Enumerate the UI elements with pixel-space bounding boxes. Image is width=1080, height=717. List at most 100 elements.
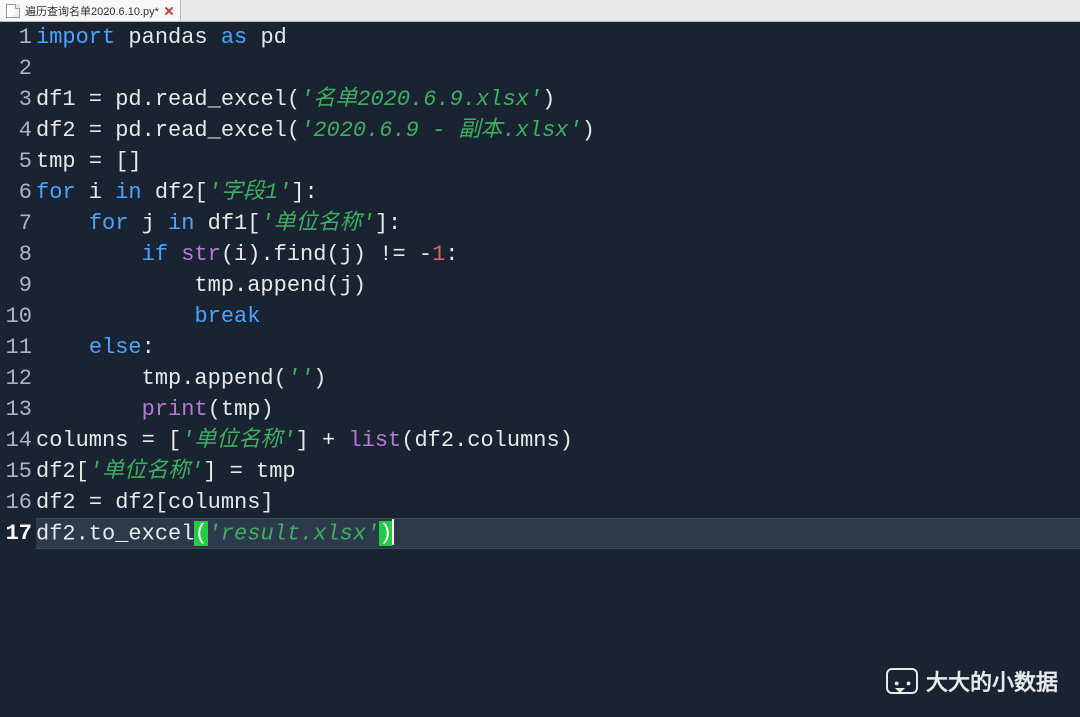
watermark: ● ● 大大的小数据 [886, 665, 1058, 697]
token-ident: pandas [115, 25, 221, 50]
token-str: '单位名称' [181, 428, 295, 453]
token-ident: (tmp) [208, 397, 274, 422]
line-number: 2 [0, 53, 32, 84]
token-kw-if: if [142, 242, 168, 267]
token-ident: j [128, 211, 168, 236]
watermark-text: 大大的小数据 [926, 665, 1058, 697]
token-ident: ) [313, 366, 326, 391]
token-ident: columns [36, 428, 142, 453]
token-str: 'result.xlsx' [208, 521, 380, 546]
token-kw-as: as [221, 25, 247, 50]
token-ident: tmp [36, 149, 89, 174]
token-builtin: str [181, 242, 221, 267]
code-line[interactable]: df2['单位名称'] = tmp [36, 456, 1080, 487]
token-kw-for: for [36, 180, 76, 205]
token-ident: df2[ [36, 459, 89, 484]
line-number: 12 [0, 363, 32, 394]
token-ident: df1 [36, 87, 89, 112]
token-str: '单位名称' [260, 211, 374, 236]
token-punct: = [89, 149, 102, 174]
code-line[interactable]: tmp = [] [36, 146, 1080, 177]
line-number: 10 [0, 301, 32, 332]
code-line[interactable]: tmp.append(j) [36, 270, 1080, 301]
tab-filename: 遍历查询名单2020.6.10.py* [25, 3, 159, 19]
token-ident: tmp.append(j) [36, 273, 366, 298]
token-ident [36, 304, 194, 329]
token-punct: = [89, 490, 102, 515]
code-line[interactable]: df2 = pd.read_excel('2020.6.9 - 副本.xlsx'… [36, 115, 1080, 146]
token-kw-break: break [194, 304, 260, 329]
token-punct: ) [582, 118, 595, 143]
token-ident [168, 242, 181, 267]
wechat-icon: ● ● [886, 668, 918, 694]
line-number: 5 [0, 146, 32, 177]
file-icon [6, 4, 20, 18]
token-ident: ] + [296, 428, 349, 453]
token-ident: (i).find(j) != - [221, 242, 432, 267]
token-ident: (df2.columns) [401, 428, 573, 453]
token-ident: df2[ [142, 180, 208, 205]
text-cursor [392, 519, 394, 545]
line-number: 17 [0, 518, 32, 549]
token-ident [36, 397, 142, 422]
token-ident: i [76, 180, 116, 205]
code-line[interactable] [36, 53, 1080, 84]
line-number: 14 [0, 425, 32, 456]
token-ident: ]: [375, 211, 401, 236]
file-tab[interactable]: 遍历查询名单2020.6.10.py* [0, 0, 181, 21]
token-ident: : [445, 242, 458, 267]
line-number: 16 [0, 487, 32, 518]
token-ident: df1[ [194, 211, 260, 236]
token-num: 1 [432, 242, 445, 267]
code-line[interactable]: for j in df1['单位名称']: [36, 208, 1080, 239]
code-line[interactable]: tmp.append('') [36, 363, 1080, 394]
line-number: 9 [0, 270, 32, 301]
token-ident: df2.to_excel [36, 521, 194, 546]
code-line[interactable]: for i in df2['字段1']: [36, 177, 1080, 208]
line-number: 8 [0, 239, 32, 270]
token-punct: = [89, 87, 102, 112]
token-ident: pd [247, 25, 287, 50]
line-number: 15 [0, 456, 32, 487]
code-line[interactable]: df2.to_excel('result.xlsx') [36, 518, 1080, 549]
code-line[interactable]: import pandas as pd [36, 22, 1080, 53]
token-ident: ]: [291, 180, 317, 205]
token-ident: tmp.append( [36, 366, 287, 391]
code-line[interactable]: print(tmp) [36, 394, 1080, 425]
tab-bar: 遍历查询名单2020.6.10.py* [0, 0, 1080, 22]
code-line[interactable]: else: [36, 332, 1080, 363]
token-ident: [ [155, 428, 181, 453]
token-paren-hl: ) [379, 521, 392, 546]
code-line[interactable]: break [36, 301, 1080, 332]
code-line[interactable]: if str(i).find(j) != -1: [36, 239, 1080, 270]
token-ident: pd.read_excel( [102, 118, 300, 143]
token-kw-import: import [36, 25, 115, 50]
token-ident: df2[columns] [102, 490, 274, 515]
token-punct: = [89, 118, 102, 143]
token-ident: pd.read_excel( [102, 87, 300, 112]
line-number: 7 [0, 208, 32, 239]
line-number: 4 [0, 115, 32, 146]
token-ident [36, 335, 89, 360]
line-number: 6 [0, 177, 32, 208]
code-line[interactable]: df2 = df2[columns] [36, 487, 1080, 518]
line-number: 11 [0, 332, 32, 363]
token-str: '2020.6.9 - 副本.xlsx' [300, 118, 582, 143]
code-line[interactable]: columns = ['单位名称'] + list(df2.columns) [36, 425, 1080, 456]
close-icon[interactable] [164, 6, 174, 16]
token-ident [36, 211, 89, 236]
code-editor[interactable]: 1234567891011121314151617 import pandas … [0, 22, 1080, 717]
line-number: 1 [0, 22, 32, 53]
token-punct: = [230, 459, 243, 484]
token-ident: : [142, 335, 155, 360]
token-paren-hl: ( [194, 521, 207, 546]
token-str: '字段1' [208, 180, 292, 205]
token-punct: = [142, 428, 155, 453]
token-ident: df2 [36, 490, 89, 515]
token-kw-else: else [89, 335, 142, 360]
token-builtin: list [348, 428, 401, 453]
code-line[interactable]: df1 = pd.read_excel('名单2020.6.9.xlsx') [36, 84, 1080, 115]
token-ident: df2 [36, 118, 89, 143]
token-ident: [] [102, 149, 142, 174]
code-area[interactable]: import pandas as pd df1 = pd.read_excel(… [36, 22, 1080, 717]
